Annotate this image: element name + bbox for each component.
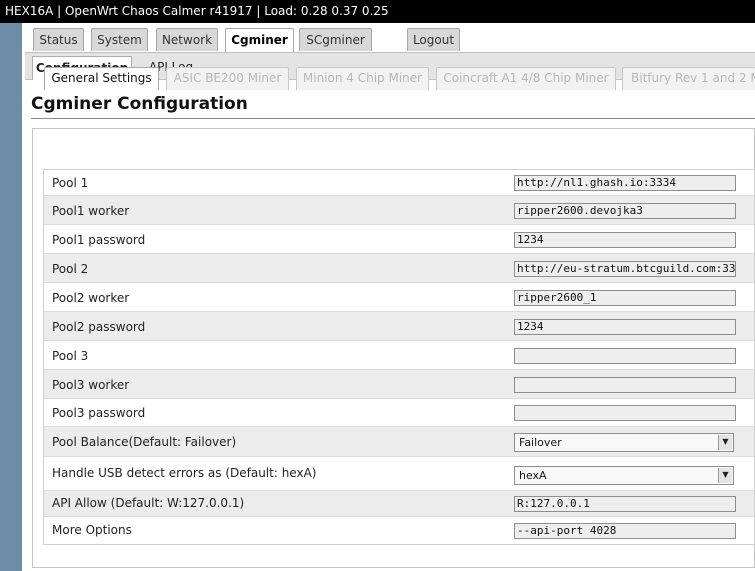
label-pool2: Pool 2 <box>52 262 89 276</box>
section-tab-asic-be200-label: ASIC BE200 Miner <box>173 71 282 85</box>
form-row-pool2-worker: Pool2 worker ripper2600_1 <box>44 283 754 312</box>
pool-balance-select[interactable]: Failover ▼ <box>514 433 734 452</box>
label-pool1-password: Pool1 password <box>52 233 146 247</box>
form-row-pool2: Pool 2 http://eu-stratum.btcguild.com:33… <box>44 254 754 283</box>
label-pool3-password: Pool3 password <box>52 406 146 420</box>
section-tab-general-settings-label: General Settings <box>51 71 152 85</box>
page-title: Cgminer Configuration <box>31 94 248 114</box>
section-tab-minion-label: Minion 4 Chip Miner <box>302 71 423 85</box>
tab-status[interactable]: Status <box>33 28 84 51</box>
form-row-api-allow: API Allow (Default: W:127.0.0.1) R:127.0… <box>44 491 754 517</box>
form-row-pool3: Pool 3 <box>44 341 754 370</box>
tab-scgminer[interactable]: SCgminer <box>299 28 372 51</box>
pool1-input[interactable]: http://nl1.ghash.io:3334 <box>514 175 736 191</box>
pool2-password-input[interactable]: 1234 <box>514 319 736 335</box>
label-pool3-worker: Pool3 worker <box>52 378 130 392</box>
pool1-worker-input[interactable]: ripper2600.devojka3 <box>514 203 736 219</box>
label-pool-balance: Pool Balance(Default: Failover) <box>52 435 237 449</box>
form-row-pool1: Pool 1 http://nl1.ghash.io:3334 <box>44 170 754 196</box>
pool1-password-input[interactable]: 1234 <box>514 232 736 248</box>
pool2-input[interactable]: http://eu-stratum.btcguild.com:3333 <box>514 261 736 277</box>
tab-cgminer[interactable]: Cgminer <box>225 28 294 52</box>
header-title: HEX16A | OpenWrt Chaos Calmer r41917 | L… <box>5 4 389 18</box>
title-divider <box>31 118 755 119</box>
section-tab-bitfury[interactable]: Bitfury Rev 1 and 2 Miner <box>622 67 755 90</box>
tab-system[interactable]: System <box>91 28 148 51</box>
form-panel: Pool 1 http://nl1.ghash.io:3334 Pool1 wo… <box>43 169 755 545</box>
tab-logout-label: Logout <box>412 33 455 47</box>
label-pool2-worker: Pool2 worker <box>52 291 130 305</box>
section-tab-coincraft-label: Coincraft A1 4/8 Chip Miner <box>443 71 609 85</box>
tab-status-label: Status <box>39 33 78 47</box>
section-tab-bitfury-label: Bitfury Rev 1 and 2 Miner <box>631 71 755 85</box>
form-row-usb-errors: Handle USB detect errors as (Default: he… <box>44 457 754 491</box>
tab-network-label: Network <box>161 33 213 47</box>
more-options-input[interactable]: --api-port 4028 <box>514 523 736 539</box>
header-bar: HEX16A | OpenWrt Chaos Calmer r41917 | L… <box>0 0 755 23</box>
chevron-down-icon: ▼ <box>718 468 732 483</box>
label-usb-errors: Handle USB detect errors as (Default: he… <box>52 466 317 480</box>
form-row-pool1-password: Pool1 password 1234 <box>44 225 754 254</box>
pool3-worker-input[interactable] <box>514 377 736 393</box>
main-tabs: Status System Network Cgminer SCgminer L… <box>0 28 755 52</box>
label-api-allow: API Allow (Default: W:127.0.0.1) <box>52 496 245 510</box>
section-tab-minion[interactable]: Minion 4 Chip Miner <box>296 67 429 90</box>
section-tab-asic-be200[interactable]: ASIC BE200 Miner <box>166 67 289 90</box>
pool3-password-input[interactable] <box>514 405 736 421</box>
form-row-pool3-password: Pool3 password <box>44 399 754 427</box>
tab-system-label: System <box>97 33 142 47</box>
chevron-down-icon: ▼ <box>718 435 732 450</box>
form-row-pool3-worker: Pool3 worker <box>44 370 754 399</box>
form-row-pool2-password: Pool2 password 1234 <box>44 312 754 341</box>
section-tab-general-settings[interactable]: General Settings <box>44 67 159 90</box>
form-row-more-options: More Options --api-port 4028 <box>44 517 754 544</box>
pool2-worker-input[interactable]: ripper2600_1 <box>514 290 736 306</box>
usb-errors-value: hexA <box>519 469 547 482</box>
label-pool3: Pool 3 <box>52 349 89 363</box>
tab-logout[interactable]: Logout <box>407 28 460 51</box>
label-pool1-worker: Pool1 worker <box>52 204 130 218</box>
tab-cgminer-label: Cgminer <box>231 33 288 47</box>
form-row-pool-balance: Pool Balance(Default: Failover) Failover… <box>44 427 754 457</box>
label-pool1: Pool 1 <box>52 176 89 190</box>
form-row-pool1-worker: Pool1 worker ripper2600.devojka3 <box>44 196 754 225</box>
label-pool2-password: Pool2 password <box>52 320 146 334</box>
pool3-input[interactable] <box>514 348 736 364</box>
tab-scgminer-label: SCgminer <box>306 33 365 47</box>
pool-balance-value: Failover <box>519 436 562 449</box>
usb-errors-select[interactable]: hexA ▼ <box>514 466 734 485</box>
label-more-options: More Options <box>52 523 132 537</box>
section-tab-coincraft[interactable]: Coincraft A1 4/8 Chip Miner <box>436 67 616 90</box>
api-allow-input[interactable]: R:127.0.0.1 <box>514 496 736 512</box>
tab-network[interactable]: Network <box>156 28 218 51</box>
